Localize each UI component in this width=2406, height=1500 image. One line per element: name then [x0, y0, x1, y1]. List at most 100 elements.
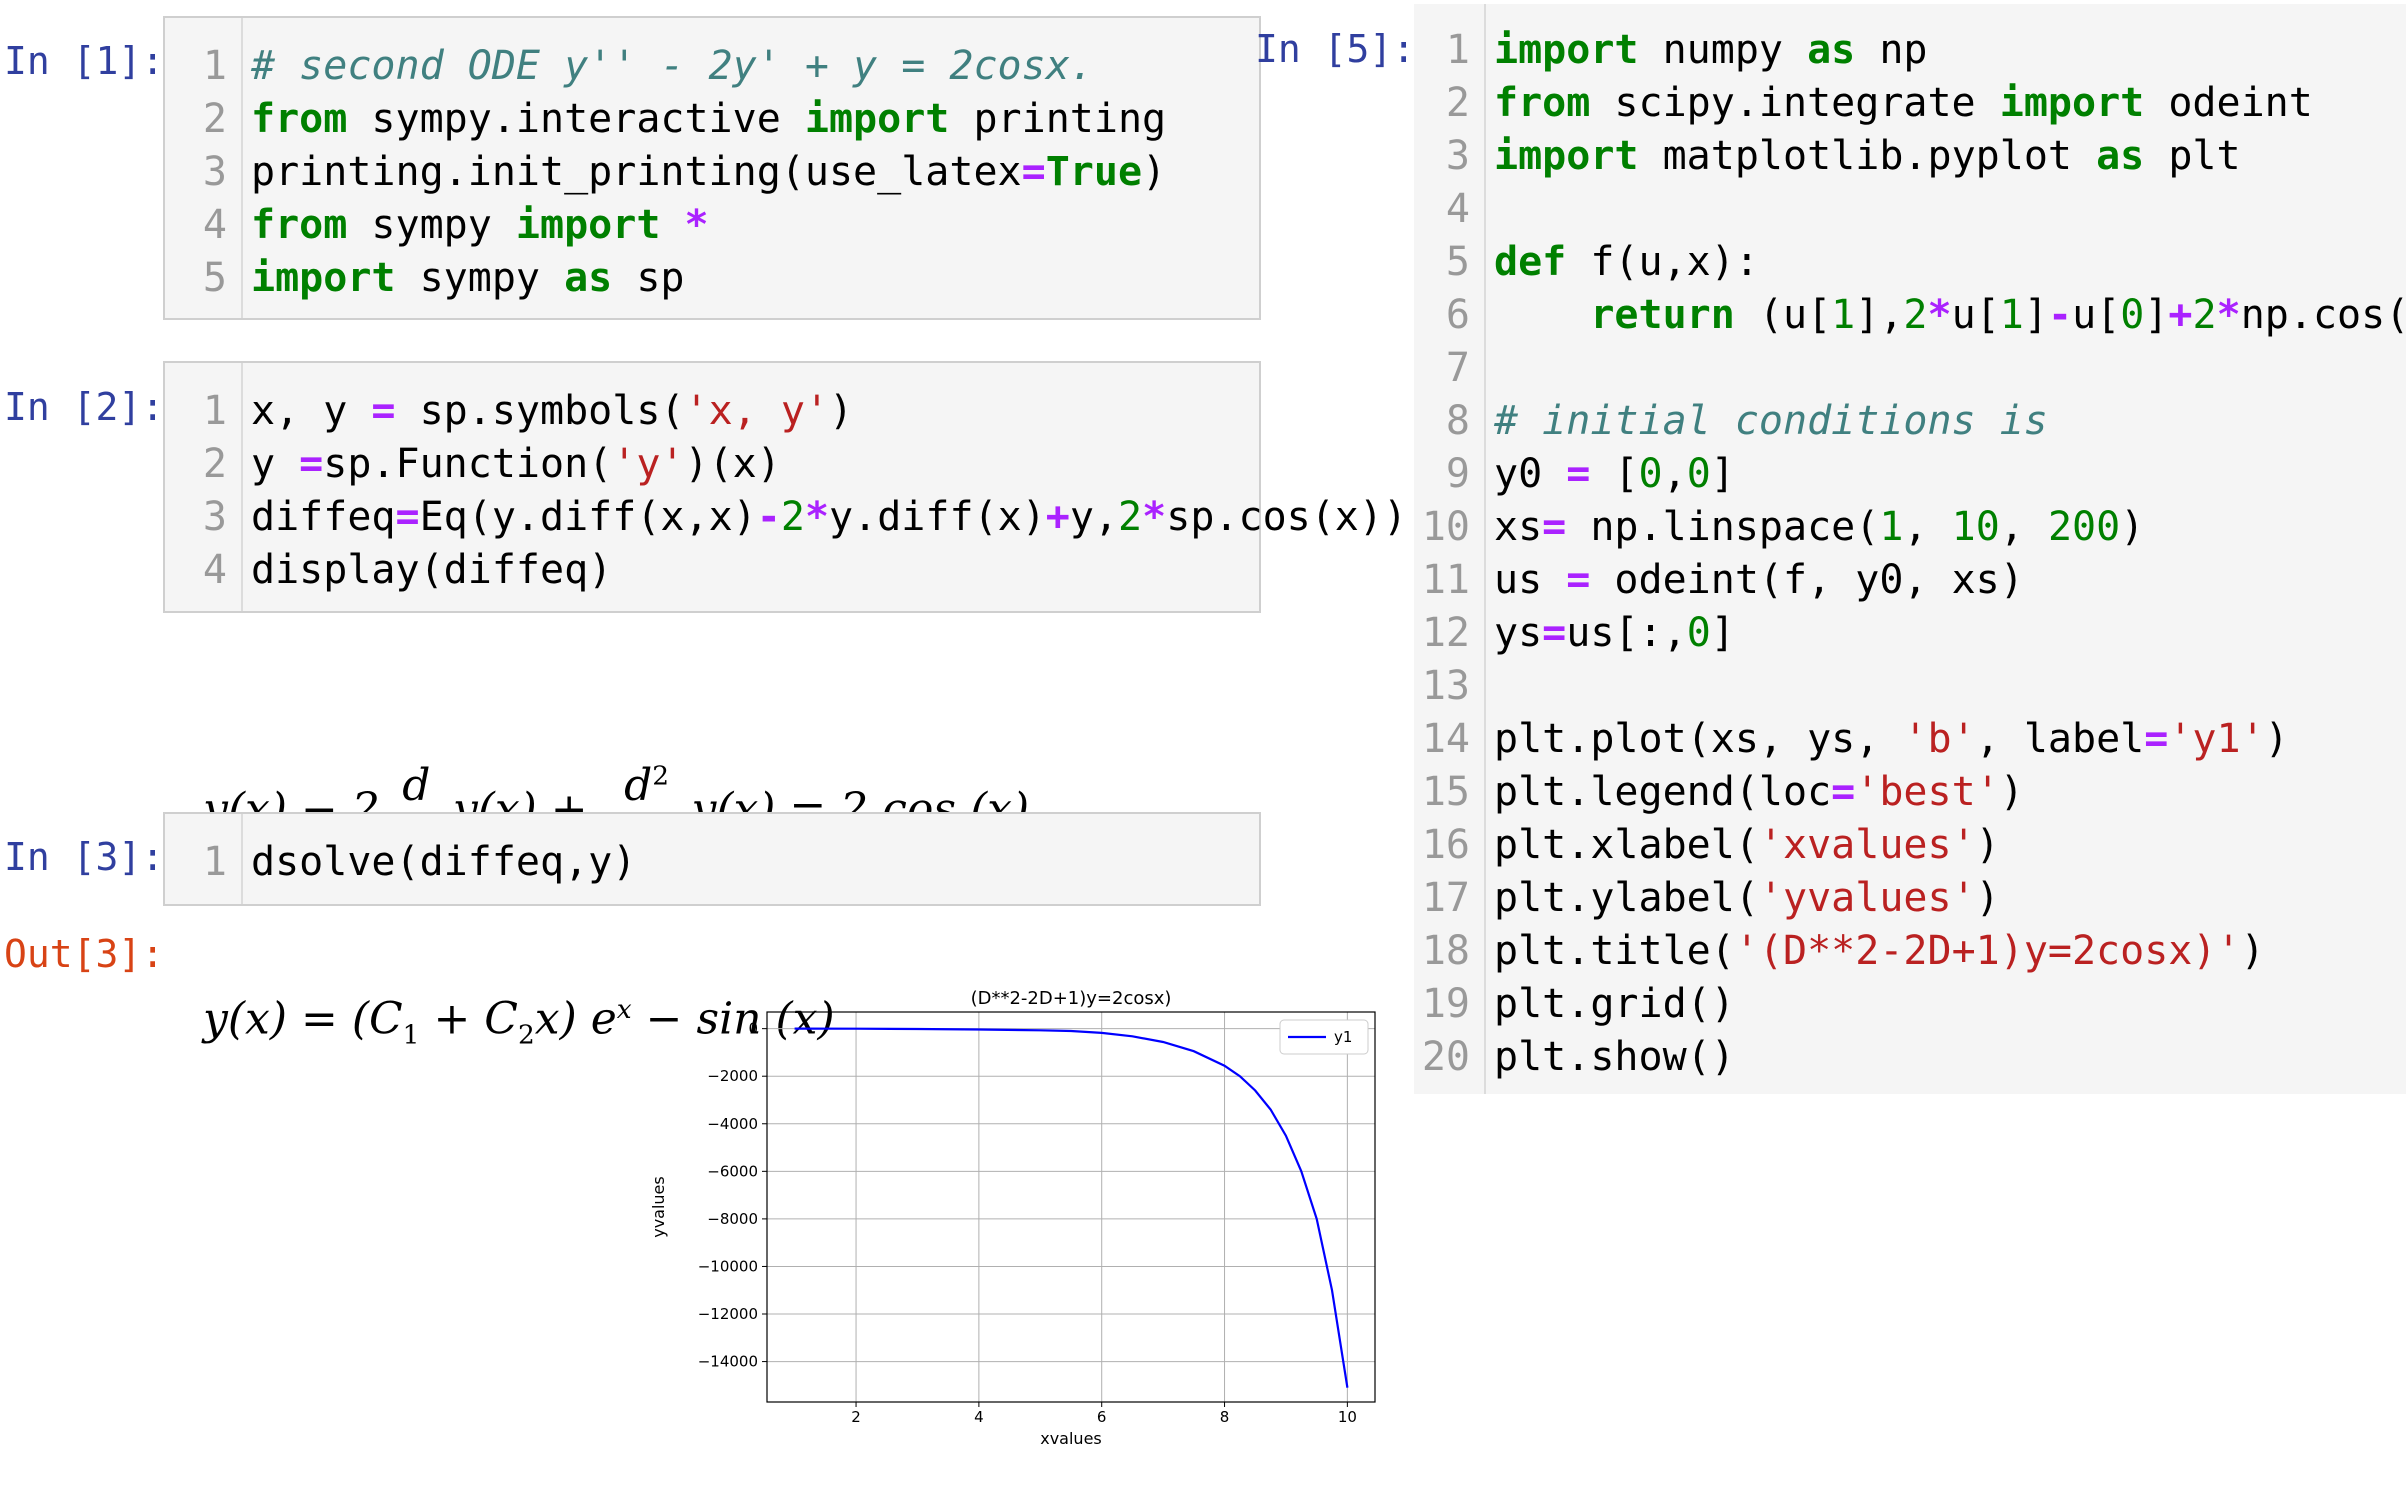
code-line[interactable]: 3 printing.init_printing(use_latex=True) — [165, 146, 1259, 199]
code-line[interactable]: 5 def f(u,x): — [1414, 236, 2406, 289]
line-number: 16 — [1421, 822, 1470, 868]
code-text: x, y = sp.symbols('x, y') — [251, 388, 854, 434]
line-number: 8 — [1445, 398, 1470, 444]
code-text: plt.grid() — [1494, 981, 1735, 1027]
cell-3-input[interactable]: 1 dsolve(diffeq,y) — [163, 812, 1261, 906]
line-number: 4 — [202, 202, 227, 248]
code-line[interactable]: 4 — [1414, 183, 2406, 236]
code-line[interactable]: 1 x, y = sp.symbols('x, y') — [165, 385, 1259, 438]
line-number: 3 — [1445, 133, 1470, 179]
code-line[interactable]: 8 # initial conditions is — [1414, 395, 2406, 448]
line-number: 1 — [202, 43, 227, 89]
code-text: return (u[1],2*u[1]-u[0]+2*np.cos(x)) — [1590, 292, 2406, 338]
code-line[interactable]: 14 plt.plot(xs, ys, 'b', label='y1') — [1414, 713, 2406, 766]
y-tick-label: −8000 — [707, 1210, 758, 1228]
code-line[interactable]: 2 from scipy.integrate import odeint — [1414, 77, 2406, 130]
cell-2-input[interactable]: 1 x, y = sp.symbols('x, y') 2 y =sp.Functio… — [163, 361, 1407, 613]
line-number: 9 — [1445, 451, 1470, 497]
line-number: 3 — [202, 494, 227, 540]
cell-1-prompt: In [1]: — [4, 39, 165, 83]
line-number: 2 — [202, 441, 227, 487]
y-axis-label: yvalues — [649, 1176, 668, 1238]
code-line[interactable]: 2 y =sp.Function('y')(x) — [165, 438, 1259, 491]
code-line[interactable]: 20 plt.show() — [1414, 1031, 2406, 1084]
code-line[interactable]: 1 # second ODE y'' - 2y' + y = 2cosx. — [165, 40, 1259, 93]
line-number: 1 — [202, 839, 227, 885]
code-line[interactable]: 7 — [1414, 342, 2406, 395]
line-number: 5 — [202, 255, 227, 301]
code-text: y0 = [0,0] — [1494, 451, 1735, 497]
y-tick-label: −12000 — [698, 1305, 758, 1323]
code-text: plt.xlabel('xvalues') — [1494, 822, 2000, 868]
code-line[interactable]: 5 import sympy as sp — [165, 252, 1259, 305]
cell-3-prompt: In [3]: — [4, 835, 165, 879]
line-number: 4 — [202, 547, 227, 593]
code-text: import sympy as sp — [251, 255, 685, 301]
code-text: plt.plot(xs, ys, 'b', label='y1') — [1494, 716, 2289, 762]
line-number: 2 — [202, 96, 227, 142]
code-text: from sympy import * — [251, 202, 709, 248]
line-number: 18 — [1421, 928, 1470, 974]
line-number: 15 — [1421, 769, 1470, 815]
code-line[interactable]: 6 return (u[1],2*u[1]-u[0]+2*np.cos(x)) — [1414, 289, 2406, 342]
code-line[interactable]: 17 plt.ylabel('yvalues') — [1414, 872, 2406, 925]
code-line[interactable]: 1 dsolve(diffeq,y) — [165, 836, 1259, 889]
code-line[interactable]: 4 from sympy import * — [165, 199, 1259, 252]
code-line[interactable]: 13 — [1414, 660, 2406, 713]
code-line[interactable]: 16 plt.xlabel('xvalues') — [1414, 819, 2406, 872]
cell-5-prompt: In [5]: — [1255, 27, 1416, 71]
code-line[interactable]: 9 y0 = [0,0] — [1414, 448, 2406, 501]
code-text: from sympy.interactive import printing — [251, 96, 1167, 142]
code-text: import matplotlib.pyplot as plt — [1494, 133, 2241, 179]
line-number: 17 — [1421, 875, 1470, 921]
cell-2-prompt: In [2]: — [4, 385, 165, 429]
code-text: import numpy as np — [1494, 27, 1928, 73]
x-tick-label: 10 — [1338, 1408, 1357, 1426]
code-line[interactable]: 12 ys=us[:,0] — [1414, 607, 2406, 660]
cell-1-input[interactable]: 1 # second ODE y'' - 2y' + y = 2cosx. 2 fro… — [163, 16, 1261, 320]
line-number: 7 — [1445, 345, 1470, 391]
line-number: 3 — [202, 149, 227, 195]
code-line[interactable]: 10 xs= np.linspace(1, 10, 200) — [1414, 501, 2406, 554]
series-line-y1 — [794, 1027, 1349, 1388]
line-number: 14 — [1421, 716, 1470, 762]
code-line[interactable]: 18 plt.title('(D**2-2D+1)y=2cosx)') — [1414, 925, 2406, 978]
code-text: from scipy.integrate import odeint — [1494, 80, 2313, 126]
y-tick-label: −6000 — [707, 1162, 758, 1180]
line-number: 11 — [1421, 557, 1470, 603]
line-number: 1 — [1445, 27, 1470, 73]
x-tick-label: 4 — [974, 1408, 984, 1426]
y-tick-label: −4000 — [707, 1115, 758, 1133]
plot-axes-frame — [766, 1011, 1376, 1403]
code-line[interactable]: 2 from sympy.interactive import printing — [165, 93, 1259, 146]
plot-figure: 2 4 6 8 10 0 −2000 −4000 −6000 −8000 −10000 −12000 −… — [649, 988, 1376, 1448]
line-number: 10 — [1421, 504, 1470, 550]
cell-3-output-prompt: Out[3]: — [4, 932, 165, 976]
code-text: xs= np.linspace(1, 10, 200) — [1494, 504, 2145, 550]
y-tick-label: 0 — [748, 1020, 758, 1038]
code-line[interactable]: 3 diffeq=Eq(y.diff(x,x)-2*y.diff(x)+y,2*s… — [165, 491, 1407, 544]
code-line[interactable]: 4 display(diffeq) — [165, 544, 1259, 597]
code-text: plt.ylabel('yvalues') — [1494, 875, 2000, 921]
x-axis-label: xvalues — [1040, 1429, 1102, 1448]
cell-2-output-equation: y(x) − 2ddxy(x) + d2dx2y(x) = 2 cos (x) — [175, 630, 1029, 863]
plot-title: (D**2-2D+1)y=2cosx) — [971, 988, 1172, 1009]
line-number: 6 — [1445, 292, 1470, 338]
code-line[interactable]: 3 import matplotlib.pyplot as plt — [1414, 130, 2406, 183]
y-tick-label: −10000 — [698, 1257, 758, 1275]
code-line[interactable]: 15 plt.legend(loc='best') — [1414, 766, 2406, 819]
code-text: dsolve(diffeq,y) — [251, 839, 637, 885]
line-number: 13 — [1421, 663, 1470, 709]
x-tick-label: 6 — [1097, 1408, 1107, 1426]
cell-5-input[interactable]: 1 import numpy as np 2 from scipy.integrate… — [1414, 4, 2406, 1094]
code-line[interactable]: 11 us = odeint(f, y0, xs) — [1414, 554, 2406, 607]
code-text: # second ODE y'' - 2y' + y = 2cosx. — [251, 43, 1094, 89]
code-text: # initial conditions is — [1494, 398, 2048, 444]
x-tick-label: 8 — [1220, 1408, 1230, 1426]
line-number: 2 — [1445, 80, 1470, 126]
code-line[interactable]: 1 import numpy as np — [1414, 24, 2406, 77]
code-text: plt.show() — [1494, 1034, 1735, 1080]
legend-label-y1: y1 — [1334, 1028, 1352, 1046]
code-text: ys=us[:,0] — [1494, 610, 1735, 656]
code-line[interactable]: 19 plt.grid() — [1414, 978, 2406, 1031]
